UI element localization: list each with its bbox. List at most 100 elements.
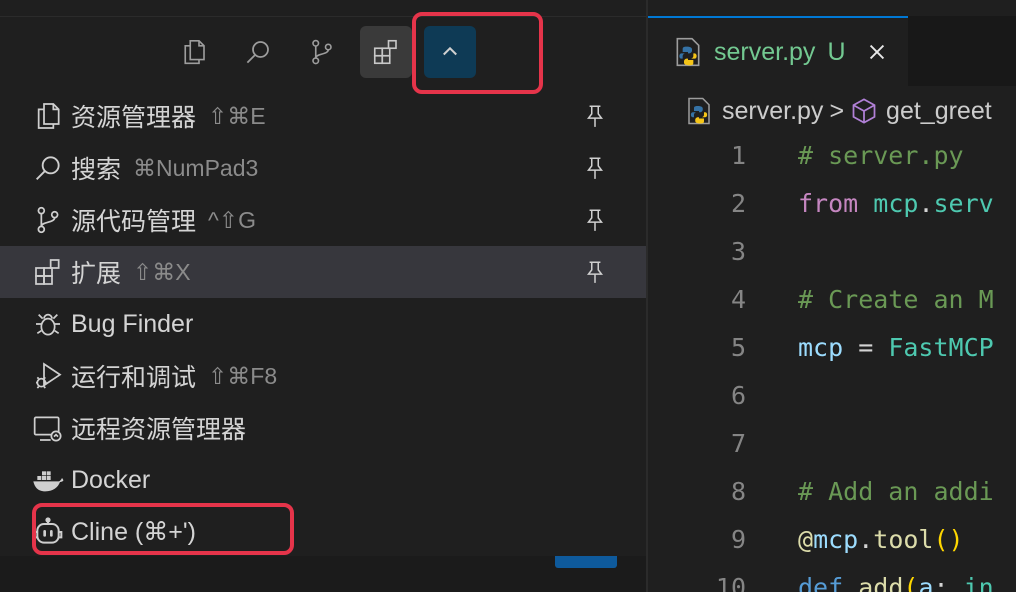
breadcrumb: server.py > get_greet bbox=[648, 90, 992, 132]
menu-item-docker[interactable]: Docker bbox=[0, 454, 646, 506]
code-token: # Add an addi bbox=[798, 477, 994, 506]
breadcrumb-file[interactable]: server.py bbox=[722, 97, 823, 126]
line-number: 5 bbox=[730, 333, 746, 362]
menu-item-explorer[interactable]: 资源管理器 ⇧⌘E bbox=[0, 90, 646, 142]
code-token: mcp bbox=[798, 333, 844, 362]
code-token: add bbox=[858, 573, 904, 592]
python-file-icon bbox=[676, 37, 700, 67]
code-line[interactable]: 2 from mcp.serv bbox=[648, 180, 1016, 228]
code-line[interactable]: 1 # server.py bbox=[648, 132, 1016, 180]
menu-item-source-control[interactable]: 源代码管理 ^⇧G bbox=[0, 194, 646, 246]
menu-item-shortcut: ⌘NumPad3 bbox=[133, 154, 259, 181]
close-icon[interactable] bbox=[866, 41, 888, 63]
method-cube-icon bbox=[852, 98, 876, 124]
code-token: () bbox=[933, 525, 964, 554]
activity-toolbar bbox=[0, 26, 646, 80]
menu-item-label: 扩展 bbox=[71, 260, 122, 288]
python-file-icon bbox=[688, 97, 710, 125]
code-token: mcp bbox=[873, 189, 919, 218]
remote-explorer-icon bbox=[31, 411, 65, 445]
code-token: mcp bbox=[813, 525, 859, 554]
menu-item-cline[interactable]: Cline (⌘+') bbox=[0, 506, 646, 558]
pin-icon[interactable] bbox=[582, 206, 608, 234]
line-number: 1 bbox=[730, 141, 746, 170]
line-number: 10 bbox=[715, 573, 746, 592]
menu-item-remote-explorer[interactable]: 远程资源管理器 bbox=[0, 402, 646, 454]
menu-item-label: Cline (⌘+') bbox=[71, 518, 196, 546]
search-icon bbox=[246, 41, 269, 64]
code-token: # Create an M bbox=[798, 285, 994, 314]
explorer-button[interactable] bbox=[168, 26, 220, 78]
code-text: @mcp.tool() bbox=[798, 516, 964, 564]
source-control-button[interactable] bbox=[296, 26, 348, 78]
menu-item-search[interactable]: 搜索 ⌘NumPad3 bbox=[0, 142, 646, 194]
code-text: mcp = FastMCP bbox=[798, 324, 994, 372]
docker-icon bbox=[31, 463, 65, 497]
line-number: 6 bbox=[730, 381, 746, 410]
code-line[interactable]: 8 # Add an addi bbox=[648, 468, 1016, 516]
code-token: = bbox=[843, 333, 889, 362]
code-token: # server.py bbox=[798, 141, 964, 170]
pin-icon[interactable] bbox=[582, 154, 608, 182]
collapse-views-button[interactable] bbox=[424, 26, 476, 78]
menu-item-label: Bug Finder bbox=[71, 309, 194, 338]
code-token: FastMCP bbox=[888, 333, 994, 362]
menu-item-shortcut: ⇧⌘F8 bbox=[208, 362, 278, 389]
vscode-window: 资源管理器 ⇧⌘E 搜索 ⌘NumPad3 源代码管理 ^⇧G 扩展 ⇧⌘X B… bbox=[0, 0, 1016, 592]
line-number: 8 bbox=[730, 477, 746, 506]
underlying-list-strip bbox=[0, 556, 646, 592]
code-line[interactable]: 9 @mcp.tool() bbox=[648, 516, 1016, 564]
source-control-icon bbox=[31, 203, 65, 237]
explorer-files-icon bbox=[31, 99, 65, 133]
code-text: from mcp.serv bbox=[798, 180, 994, 228]
code-text: def add(a: in bbox=[798, 564, 994, 592]
bug-icon bbox=[31, 307, 65, 341]
line-number: 3 bbox=[730, 237, 746, 266]
code-token: serv bbox=[933, 189, 994, 218]
tab-title: server.py bbox=[714, 37, 816, 66]
pin-icon[interactable] bbox=[582, 102, 608, 130]
extensions-button[interactable] bbox=[360, 26, 412, 78]
menu-item-label: 资源管理器 bbox=[71, 104, 197, 132]
panel-top-border bbox=[0, 16, 646, 17]
menu-item-shortcut: ⇧⌘X bbox=[133, 258, 191, 285]
code-line[interactable]: 4 # Create an M bbox=[648, 276, 1016, 324]
breadcrumb-symbol[interactable]: get_greet bbox=[886, 97, 992, 126]
tab-server-py[interactable]: server.py U bbox=[648, 16, 908, 86]
code-line[interactable]: 10 def add(a: in bbox=[648, 564, 1016, 592]
code-line[interactable]: 5 mcp = FastMCP bbox=[648, 324, 1016, 372]
menu-item-extensions[interactable]: 扩展 ⇧⌘X bbox=[0, 246, 646, 298]
code-token: def bbox=[798, 573, 844, 592]
code-token: : bbox=[933, 573, 964, 592]
menu-item-run-debug[interactable]: 运行和调试 ⇧⌘F8 bbox=[0, 350, 646, 402]
untracked-badge: U bbox=[827, 37, 846, 66]
menu-item-shortcut: ^⇧G bbox=[208, 206, 256, 233]
line-number: 4 bbox=[730, 285, 746, 314]
source-control-icon bbox=[312, 39, 332, 65]
search-button[interactable] bbox=[232, 26, 284, 78]
code-line[interactable]: 3 bbox=[648, 228, 1016, 276]
views-menu: 资源管理器 ⇧⌘E 搜索 ⌘NumPad3 源代码管理 ^⇧G 扩展 ⇧⌘X B… bbox=[0, 90, 646, 558]
code-text: # Create an M bbox=[798, 276, 994, 324]
code-editor[interactable]: 1 # server.py 2 from mcp.serv 3 4 # Create an … bbox=[648, 132, 1016, 592]
menu-item-label: 源代码管理 bbox=[71, 208, 197, 236]
run-debug-icon bbox=[31, 359, 65, 393]
menu-item-label: 远程资源管理器 bbox=[71, 416, 247, 444]
code-line[interactable]: 6 bbox=[648, 372, 1016, 420]
line-number: 7 bbox=[730, 429, 746, 458]
code-line[interactable]: 7 bbox=[648, 420, 1016, 468]
code-token: . bbox=[858, 525, 874, 554]
explorer-files-icon bbox=[184, 39, 205, 65]
line-number: 2 bbox=[730, 189, 746, 218]
code-token: from bbox=[798, 189, 859, 218]
code-text: # server.py bbox=[798, 132, 964, 180]
extensions-icon bbox=[373, 39, 397, 65]
menu-item-bug-finder[interactable]: Bug Finder bbox=[0, 298, 646, 350]
search-icon bbox=[31, 151, 65, 185]
pin-icon[interactable] bbox=[582, 258, 608, 286]
code-token: tool bbox=[873, 525, 934, 554]
extensions-icon bbox=[31, 255, 65, 289]
menu-item-shortcut: ⇧⌘E bbox=[208, 102, 266, 129]
